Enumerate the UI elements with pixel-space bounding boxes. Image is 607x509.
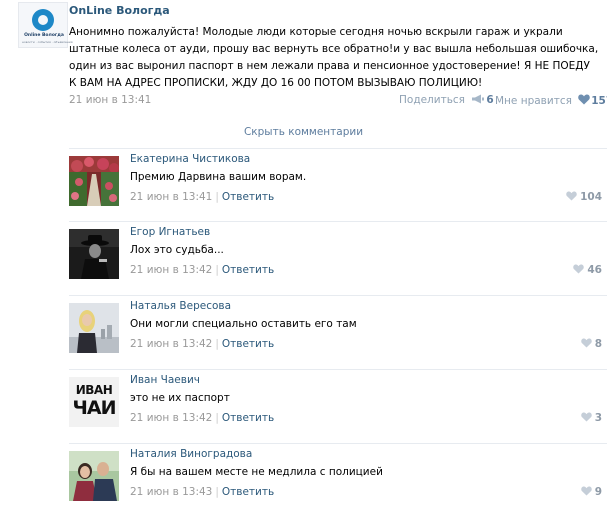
comment-date[interactable]: 21 июн в 13:42 [130,338,212,350]
avatar[interactable] [69,156,119,206]
comment-meta: 21 июн в 13:42 | Ответить [130,412,275,424]
like-label: Мне нравится [495,95,572,107]
comment-text: это не их паспорт [130,392,230,404]
logo-name: Online Вологда [24,33,64,38]
reply-link[interactable]: Ответить [222,338,274,350]
comment-meta: 21 июн в 13:42 | Ответить [130,264,275,276]
like-button[interactable]: Мне нравится 157 [495,94,607,107]
avatar-couple-image [69,451,119,501]
comment-meta: 21 июн в 13:43 | Ответить [130,486,275,498]
reply-link[interactable]: Ответить [222,191,274,203]
share-button[interactable]: Поделиться 6 [399,94,494,106]
comment-item: ИВАН ЧАИ Иван Чаевич это не их паспорт 2… [69,369,607,443]
comment-text: Лох это судьба... [130,244,224,256]
comment-date[interactable]: 21 июн в 13:42 [130,264,212,276]
comment-author-link[interactable]: Наталия Виноградова [130,448,252,460]
heart-icon [573,264,585,274]
comment-like-button[interactable]: 8 [580,338,602,350]
avatar-woman-city-image [69,303,119,353]
heart-icon [580,412,592,422]
comment-like-button[interactable]: 104 [566,191,602,203]
avatar[interactable] [69,303,119,353]
comment-author-link[interactable]: Егор Игнатьев [130,226,210,238]
avatar-text-line-1: ИВАН [75,383,113,397]
comment-meta: 21 июн в 13:41 | Ответить [130,191,275,203]
post-author-link[interactable]: OnLine Вологда [69,4,170,17]
comment-like-count: 8 [594,338,602,350]
avatar[interactable] [69,229,119,279]
comment-like-count: 3 [594,412,602,424]
comment-text: Я бы на вашем месте не медлила с полицие… [130,466,383,478]
reply-link[interactable]: Ответить [222,412,274,424]
avatar[interactable]: ИВАН ЧАИ [69,377,119,427]
comment-item: Наталия Виноградова Я бы на вашем месте … [69,443,607,509]
comment-like-count: 104 [580,191,602,203]
post-text: Анонимно пожалуйста! Молодые люди которы… [69,26,599,89]
comment-item: Егор Игнатьев Лох это судьба... 21 июн в… [69,221,607,295]
comment-date[interactable]: 21 июн в 13:41 [130,191,212,203]
reply-link[interactable]: Ответить [222,486,274,498]
comment-like-count: 9 [594,486,602,498]
post-date[interactable]: 21 июн в 13:41 [69,94,151,106]
comment-author-link[interactable]: Наталья Вересова [130,300,231,312]
heart-icon [566,191,577,201]
like-count: 157 [591,95,607,107]
comment-like-button[interactable]: 3 [580,412,602,424]
comment-like-count: 46 [587,264,602,276]
comment-text: Они могли специально оставить его там [130,318,357,330]
comment-date[interactable]: 21 июн в 13:42 [130,412,212,424]
comment-author-link[interactable]: Иван Чаевич [130,374,200,386]
share-label: Поделиться [399,94,465,106]
logo-tagline: новости · события · объявления [22,40,73,44]
comment-text: Премию Дарвина вашим ворам. [130,171,307,183]
avatar-garden-image [69,156,119,206]
comment-meta: 21 июн в 13:42 | Ответить [130,338,275,350]
wall-post: Online Вологда новости · события · объяв… [0,0,607,120]
heart-icon [580,486,592,496]
comment-item: Наталья Вересова Они могли специально ос… [69,295,607,369]
avatar-text-line-2: ЧАИ [72,397,117,419]
avatar-man-in-hat-image [69,229,119,279]
megaphone-icon [472,94,485,104]
comment-date[interactable]: 21 июн в 13:43 [130,486,212,498]
avatar[interactable] [69,451,119,501]
heart-icon [578,94,591,105]
logo-ring-icon [32,9,54,31]
comment-author-link[interactable]: Екатерина Чистикова [130,153,250,165]
reply-link[interactable]: Ответить [222,264,274,276]
comment-like-button[interactable]: 9 [580,486,602,498]
group-avatar[interactable]: Online Вологда новости · события · объяв… [18,2,73,48]
hide-comments-link[interactable]: Скрыть комментарии [0,126,607,138]
comment-like-button[interactable]: 46 [573,264,602,276]
heart-icon [580,338,592,348]
comment-item: Екатерина Чистикова Премию Дарвина вашим… [69,148,607,221]
share-count: 6 [486,94,494,106]
